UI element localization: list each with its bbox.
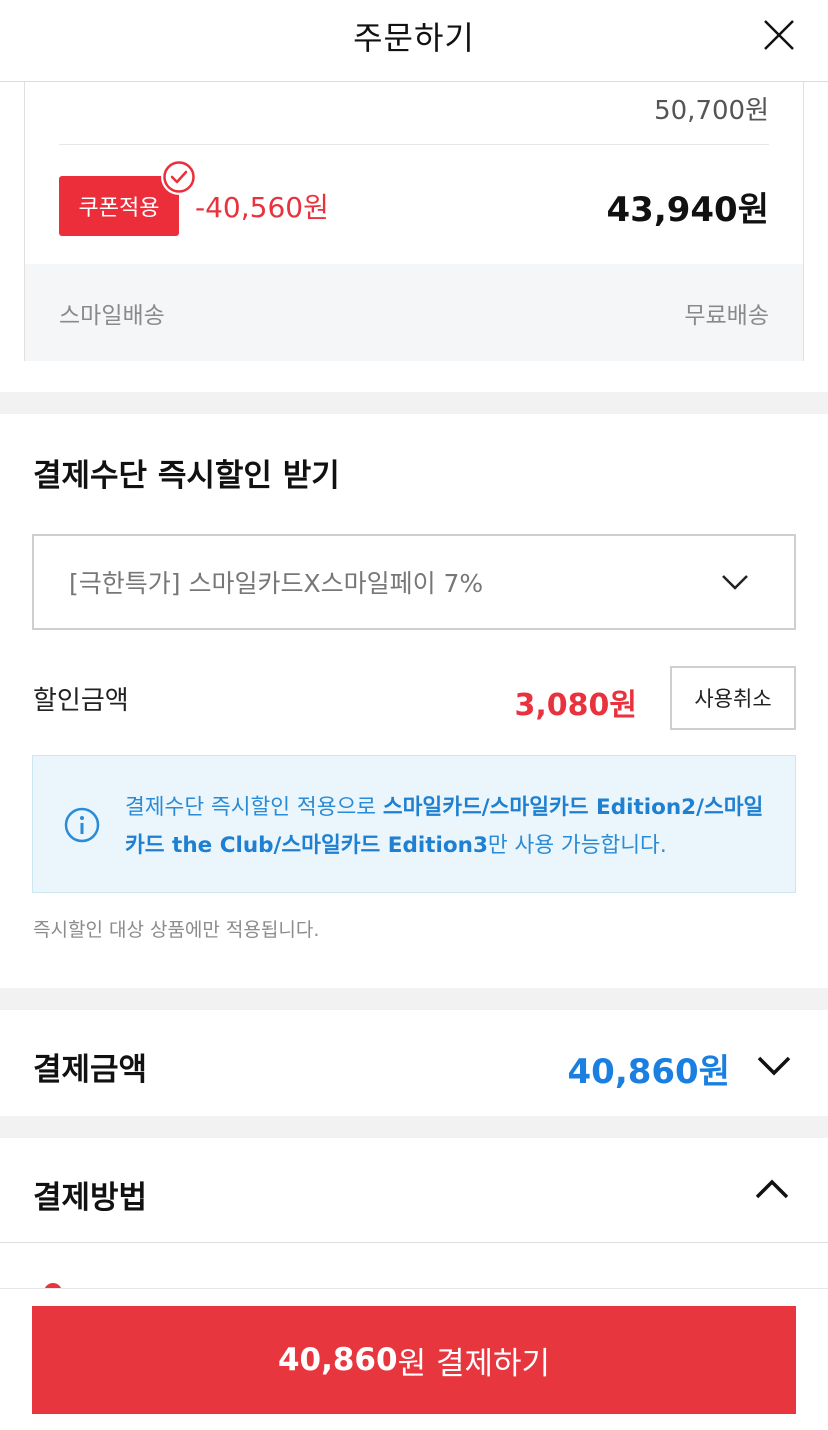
section-gap <box>0 1116 828 1138</box>
shipping-fee: 무료배송 <box>684 302 769 329</box>
header: 주문하기 <box>0 0 828 82</box>
pay-button-label: 원 결제하기 <box>397 1345 551 1382</box>
info-suffix: 만 사용 가능합니다. <box>487 833 667 858</box>
page-title: 주문하기 <box>353 18 475 57</box>
info-icon <box>64 807 100 843</box>
shipping-row: 스마일배송 무료배송 <box>25 264 803 361</box>
chevron-down-icon <box>757 1056 791 1076</box>
section-gap <box>0 392 828 414</box>
chevron-down-icon <box>722 575 748 590</box>
close-button[interactable] <box>762 18 796 52</box>
info-notice: 결제수단 즉시할인 적용으로 스마일카드/스마일카드 Edition2/스마일카… <box>32 755 796 893</box>
order-item-card: 50,700원 쿠폰적용 -40,560원 43,940원 스마일배송 무료배송 <box>24 82 804 361</box>
info-prefix: 결제수단 즉시할인 적용으로 <box>125 795 383 820</box>
discount-footnote: 즉시할인 대상 상품에만 적용됩니다. <box>33 919 320 941</box>
info-text: 결제수단 즉시할인 적용으로 스마일카드/스마일카드 Edition2/스마일카… <box>125 789 775 865</box>
pay-button-amount: 40,860 <box>277 1342 398 1378</box>
original-price: 50,700원 <box>654 96 769 126</box>
chevron-up-icon <box>755 1179 789 1199</box>
order-page: 주문하기 50,700원 쿠폰적용 -40,560원 43,940원 스마일배송… <box>0 0 828 1430</box>
pay-button[interactable]: 40,860 원 결제하기 <box>32 1306 796 1414</box>
divider <box>59 144 769 145</box>
final-price: 43,940원 <box>606 190 769 230</box>
payment-method-toggle[interactable] <box>754 1176 790 1202</box>
close-icon <box>764 20 794 50</box>
selected-discount-option: [극한특가] 스마일카드X스마일페이 7% <box>69 569 484 598</box>
instant-discount-title: 결제수단 즉시할인 받기 <box>33 458 340 494</box>
coupon-discount: -40,560원 <box>195 191 329 224</box>
shipping-type: 스마일배송 <box>59 302 165 329</box>
section-gap <box>0 988 828 1010</box>
discount-option-select[interactable]: [극한특가] 스마일카드X스마일페이 7% <box>32 534 796 630</box>
check-circle-icon <box>161 159 197 195</box>
cancel-discount-button[interactable]: 사용취소 <box>670 666 796 730</box>
payment-method-title: 결제방법 <box>33 1180 148 1216</box>
discount-amount: 3,080원 <box>514 688 638 723</box>
discount-amount-label: 할인금액 <box>33 686 129 716</box>
payment-amount-title: 결제금액 <box>33 1052 148 1088</box>
divider <box>0 1242 828 1243</box>
payment-amount-toggle[interactable] <box>756 1052 792 1078</box>
payment-amount: 40,860원 <box>567 1052 730 1092</box>
